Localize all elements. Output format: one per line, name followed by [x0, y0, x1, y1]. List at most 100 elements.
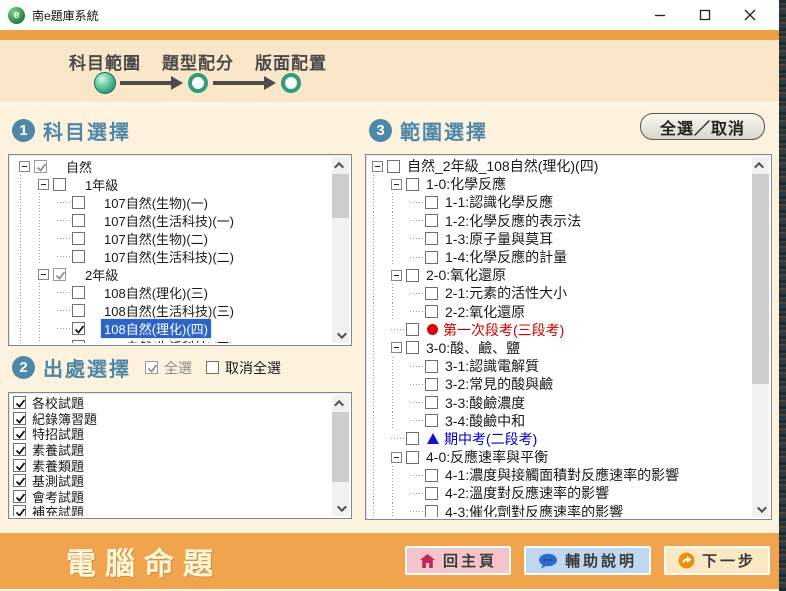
- tree-item-label[interactable]: 1-0:化學反應: [423, 174, 509, 194]
- tree-item-label[interactable]: 1-4:化學反應的計量: [442, 247, 570, 267]
- tree-row[interactable]: 3-4:酸鹼中和: [368, 412, 752, 430]
- checkbox[interactable]: [72, 214, 85, 227]
- expander-minus-icon[interactable]: [19, 161, 30, 172]
- checkbox[interactable]: [425, 305, 438, 318]
- close-button[interactable]: [727, 0, 772, 30]
- checkbox[interactable]: [425, 360, 438, 373]
- expander-minus-icon[interactable]: [38, 179, 49, 190]
- deselect-all-checkbox[interactable]: 取消全選: [206, 358, 281, 378]
- checkbox[interactable]: [425, 396, 438, 409]
- checkbox[interactable]: [13, 474, 26, 487]
- tree-item-label[interactable]: 4-1:濃度與接觸面積對反應速率的影響: [442, 465, 682, 485]
- tree-item-label[interactable]: 107自然(生活科技)(一): [101, 211, 237, 230]
- tree-row[interactable]: 1-3:原子量與莫耳: [368, 230, 752, 248]
- tree-row[interactable]: 1-0:化學反應: [368, 175, 752, 193]
- checkbox[interactable]: [13, 412, 26, 425]
- checkbox[interactable]: [72, 196, 85, 209]
- tree-row[interactable]: 108自然(理化)(四): [11, 319, 332, 337]
- tree-item-label[interactable]: 3-4:酸鹼中和: [442, 411, 528, 431]
- tree-row[interactable]: 3-3:酸鹼濃度: [368, 393, 752, 411]
- step-circle-1-active[interactable]: [94, 72, 116, 94]
- expander-minus-icon[interactable]: [391, 179, 402, 190]
- tree-item-label[interactable]: 107自然(生活科技)(二): [101, 247, 237, 266]
- select-toggle-button[interactable]: 全選／取消: [640, 113, 765, 140]
- checkbox[interactable]: [425, 487, 438, 500]
- source-list-scrollbar[interactable]: [332, 395, 349, 516]
- checkbox[interactable]: [425, 287, 438, 300]
- scroll-down-button[interactable]: [332, 327, 349, 343]
- checkbox[interactable]: [13, 427, 26, 440]
- scroll-thumb[interactable]: [752, 174, 769, 384]
- checkbox[interactable]: [387, 160, 400, 173]
- step-circle-3-inactive[interactable]: [281, 73, 301, 93]
- checkbox[interactable]: [425, 469, 438, 482]
- tree-row[interactable]: 107自然(生活科技)(二): [11, 247, 332, 265]
- checkbox[interactable]: [406, 323, 419, 336]
- checkbox[interactable]: [406, 432, 419, 445]
- checkbox[interactable]: [53, 178, 66, 191]
- minimize-button[interactable]: [637, 0, 682, 30]
- expander-minus-icon[interactable]: [372, 161, 383, 172]
- tree-row[interactable]: 1年級: [11, 175, 332, 193]
- checkbox[interactable]: [72, 340, 85, 344]
- tree-row[interactable]: 自然_2年級_108自然(理化)(四): [368, 157, 752, 175]
- tree-item-label[interactable]: 3-0:酸、鹼、鹽: [423, 338, 523, 358]
- scroll-up-button[interactable]: [332, 395, 349, 411]
- tree-item-label[interactable]: 自然_2年級_108自然(理化)(四): [404, 157, 601, 176]
- checkbox[interactable]: [425, 378, 438, 391]
- tree-item-label[interactable]: 108自然(理化)(四): [101, 319, 211, 338]
- tree-row[interactable]: 4-1:濃度與接觸面積對反應速率的影響: [368, 466, 752, 484]
- tree-item-label[interactable]: 1-3:原子量與莫耳: [442, 229, 556, 249]
- tree-row[interactable]: 4-2:溫度對反應速率的影響: [368, 484, 752, 502]
- tree-row[interactable]: 107自然(生活科技)(一): [11, 211, 332, 229]
- scroll-thumb[interactable]: [332, 412, 349, 482]
- expander-minus-icon[interactable]: [391, 342, 402, 353]
- tree-row[interactable]: 第一次段考(三段考): [368, 321, 752, 339]
- tree-item-label[interactable]: 1-1:認識化學反應: [442, 192, 556, 212]
- checkbox[interactable]: [13, 396, 26, 409]
- scroll-down-button[interactable]: [752, 501, 769, 517]
- tree-item-label[interactable]: 3-1:認識電解質: [442, 356, 542, 376]
- tree-row[interactable]: 2年級: [11, 265, 332, 283]
- tree-item-label[interactable]: 3-3:酸鹼濃度: [442, 393, 528, 413]
- tree-row[interactable]: 107自然(生物)(二): [11, 229, 332, 247]
- checkbox[interactable]: [406, 178, 419, 191]
- tree-row[interactable]: 4-3:催化劑對反應速率的影響: [368, 503, 752, 517]
- tree-item-label[interactable]: 2-2:氧化還原: [442, 302, 528, 322]
- checkbox[interactable]: [425, 251, 438, 264]
- tree-item-label[interactable]: 4-3:催化劑對反應速率的影響: [442, 502, 626, 517]
- tree-row[interactable]: 3-0:酸、鹼、鹽: [368, 339, 752, 357]
- tree-row[interactable]: 1-2:化學反應的表示法: [368, 212, 752, 230]
- checkbox[interactable]: [145, 361, 158, 374]
- tree-row[interactable]: 補充試題: [11, 504, 332, 516]
- tree-item-label[interactable]: 期中考(二段考): [441, 429, 540, 449]
- expander-minus-icon[interactable]: [38, 269, 49, 280]
- next-step-button[interactable]: 下一步: [664, 546, 770, 575]
- tree-row[interactable]: 2-1:元素的活性大小: [368, 284, 752, 302]
- tree-item-label[interactable]: 108自然(生活科技)(四): [101, 337, 237, 344]
- tree-item-label[interactable]: 1-2:化學反應的表示法: [442, 211, 584, 231]
- checkbox[interactable]: [425, 196, 438, 209]
- tree-item-label[interactable]: 自然: [63, 157, 95, 176]
- checkbox[interactable]: [72, 286, 85, 299]
- scroll-up-button[interactable]: [752, 157, 769, 173]
- checkbox[interactable]: [13, 505, 26, 516]
- tree-item-label[interactable]: 2-1:元素的活性大小: [442, 283, 570, 303]
- checkbox[interactable]: [406, 269, 419, 282]
- tree-item-label[interactable]: 補充試題: [29, 502, 87, 516]
- scroll-down-button[interactable]: [332, 500, 349, 516]
- checkbox[interactable]: [72, 304, 85, 317]
- home-button[interactable]: 回主頁: [405, 546, 511, 575]
- tree-item-label[interactable]: 4-0:反應速率與平衡: [423, 447, 551, 467]
- checkbox[interactable]: [425, 505, 438, 517]
- tree-item-label[interactable]: 3-2:常見的酸與鹼: [442, 374, 556, 394]
- expander-minus-icon[interactable]: [391, 452, 402, 463]
- step-circle-2-inactive[interactable]: [188, 73, 208, 93]
- tree-row[interactable]: 期中考(二段考): [368, 430, 752, 448]
- range-tree-scrollbar[interactable]: [752, 157, 769, 517]
- subject-tree-scrollbar[interactable]: [332, 157, 349, 343]
- tree-row[interactable]: 2-0:氧化還原: [368, 266, 752, 284]
- checkbox[interactable]: [206, 361, 219, 374]
- tree-row[interactable]: 自然: [11, 157, 332, 175]
- tree-row[interactable]: 108自然(生活科技)(三): [11, 301, 332, 319]
